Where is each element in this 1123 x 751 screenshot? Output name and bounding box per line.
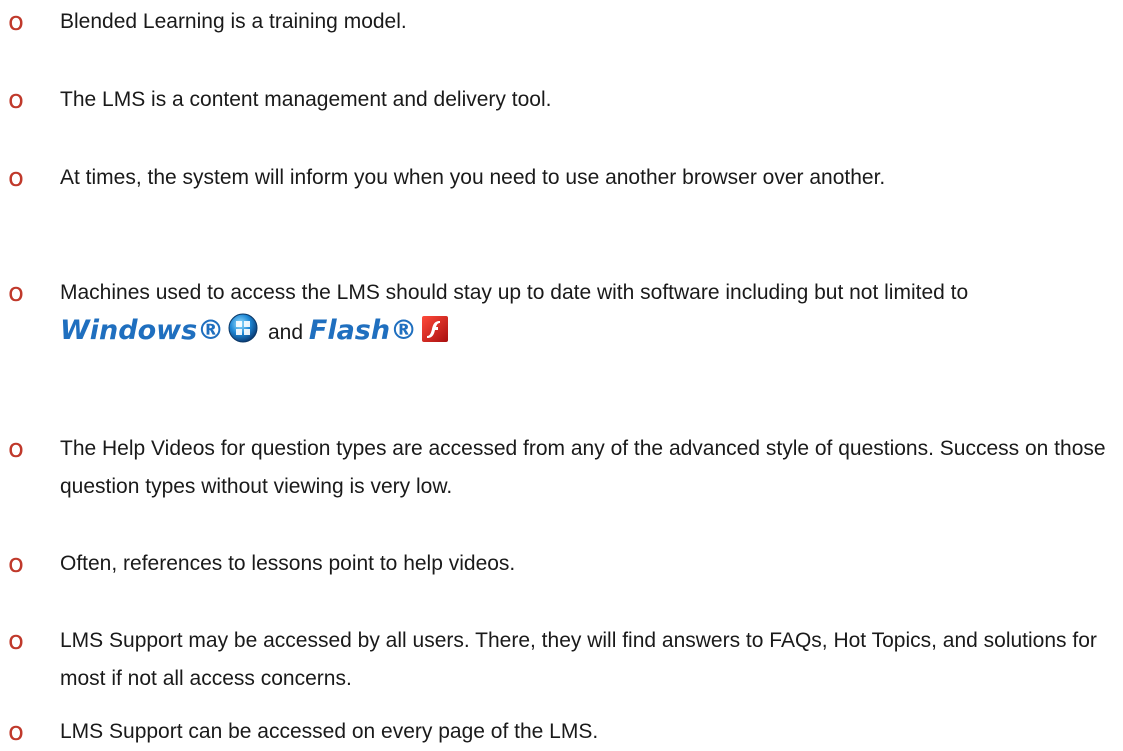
document-page: o Blended Learning is a training model. … [0, 0, 1123, 751]
software-sentence-prefix: Machines used to access the LMS should s… [60, 281, 969, 304]
list-item-text: LMS Support can be accessed on every pag… [60, 720, 599, 743]
list-item-text: Often, references to lessons point to he… [60, 552, 516, 575]
windows-brand-text: Windows® [60, 315, 225, 346]
bullet-marker: o [8, 434, 24, 464]
list-item-text: At times, the system will inform you whe… [60, 166, 886, 189]
bullet-marker: o [8, 717, 24, 747]
bullet-marker: o [8, 549, 24, 579]
list-item-text: The Help Videos for question types are a… [60, 437, 1106, 498]
list-item-text: Blended Learning is a training model. [60, 10, 407, 33]
bullet-marker: o [8, 278, 24, 308]
windows-logo-icon [228, 313, 258, 356]
bullet-marker: o [8, 7, 24, 37]
list-item-text: LMS Support may be accessed by all users… [60, 629, 1097, 690]
bullet-marker: o [8, 85, 24, 115]
list-item-text: The LMS is a content management and deli… [60, 88, 552, 111]
list-item-text: Machines used to access the LMS should s… [60, 274, 1070, 356]
bullet-marker: o [8, 626, 24, 656]
connector-text: and [262, 321, 309, 344]
flash-brand-text: Flash® [308, 315, 418, 346]
bullet-marker: o [8, 163, 24, 193]
flash-logo-icon [421, 315, 449, 356]
